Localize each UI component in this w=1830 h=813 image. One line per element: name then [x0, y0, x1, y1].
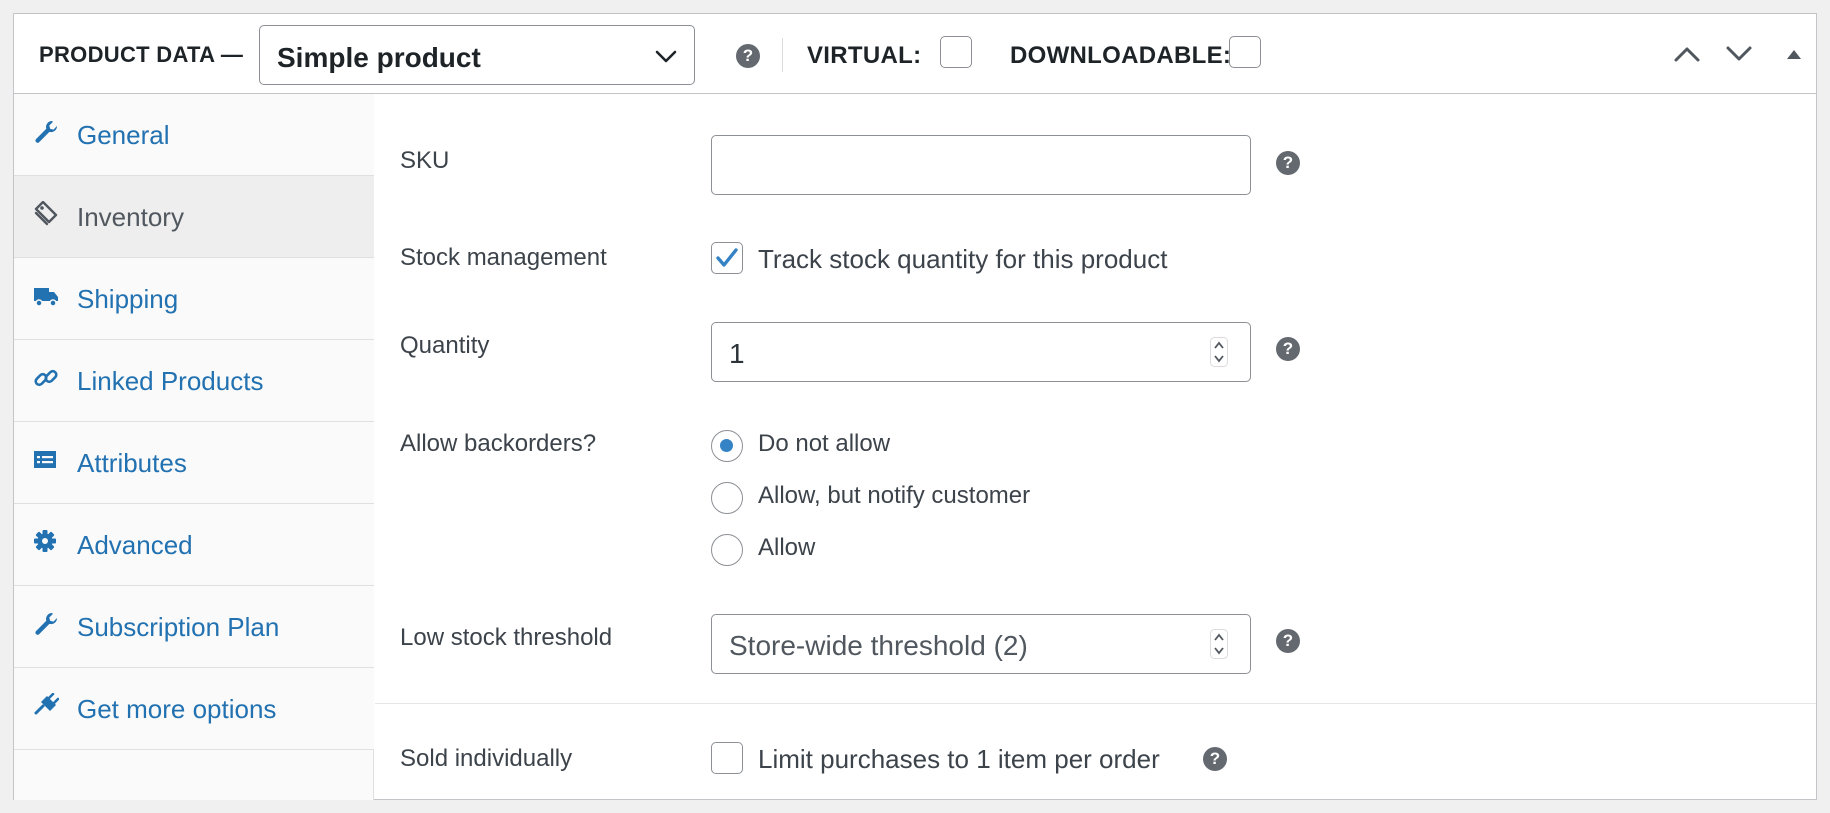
tab-inventory[interactable]: Inventory	[14, 176, 374, 258]
gear-icon	[34, 530, 56, 552]
tab-label: Attributes	[77, 448, 187, 478]
inventory-panel: SKU ? Stock management Track stock quant…	[375, 94, 1816, 800]
sold-individually-checkbox[interactable]	[711, 742, 743, 774]
product-data-header: PRODUCT DATA — Simple product ? VIRTUAL:…	[14, 14, 1816, 94]
tab-subscription-plan[interactable]: Subscription Plan	[14, 586, 374, 668]
tab-label: Linked Products	[77, 366, 264, 396]
tab-attributes[interactable]: Attributes	[14, 422, 374, 504]
low-stock-label: Low stock threshold	[400, 624, 613, 651]
spinner-arrows-icon[interactable]	[1210, 337, 1228, 367]
tab-general[interactable]: General	[14, 94, 374, 176]
tag-icon	[34, 201, 58, 226]
product-data-title: PRODUCT DATA —	[39, 42, 244, 67]
radio-selected-dot	[720, 439, 733, 452]
spinner-arrows-icon[interactable]	[1210, 629, 1228, 659]
quantity-stepper[interactable]: 1	[711, 322, 1251, 382]
backorders-option-label: Allow	[758, 534, 816, 561]
checkmark-icon	[716, 248, 738, 267]
help-icon[interactable]: ?	[1276, 629, 1300, 653]
tab-label: Advanced	[77, 530, 193, 560]
stock-management-checkbox-label: Track stock quantity for this product	[758, 244, 1168, 274]
stock-management-checkbox[interactable]	[711, 242, 743, 274]
list-card-icon	[34, 451, 56, 468]
chevron-down-icon	[655, 50, 677, 63]
backorders-label: Allow backorders?	[400, 430, 597, 457]
triangle-up-icon[interactable]	[1779, 42, 1809, 66]
tab-get-more-options[interactable]: Get more options	[14, 668, 374, 750]
truck-icon	[34, 288, 58, 307]
header-divider	[782, 38, 783, 72]
tab-linked-products[interactable]: Linked Products	[14, 340, 374, 422]
tab-label: Subscription Plan	[77, 612, 280, 642]
product-data-panel: PRODUCT DATA — Simple product ? VIRTUAL:…	[13, 13, 1817, 800]
section-divider	[375, 703, 1816, 704]
backorders-radio-allow[interactable]	[711, 534, 743, 566]
tab-label: Inventory	[77, 202, 184, 232]
help-icon[interactable]: ?	[1276, 151, 1300, 175]
product-type-value: Simple product	[277, 42, 481, 73]
backorders-option-label: Do not allow	[758, 430, 891, 457]
virtual-label: VIRTUAL:	[807, 42, 922, 69]
sold-individually-label: Sold individually	[400, 745, 573, 772]
virtual-checkbox[interactable]	[940, 36, 972, 68]
sku-input[interactable]	[711, 135, 1251, 195]
quantity-label: Quantity	[400, 332, 490, 359]
tab-label: Get more options	[77, 694, 277, 724]
chevron-up-icon[interactable]	[1672, 42, 1702, 66]
plugin-icon	[34, 693, 59, 715]
product-type-select[interactable]: Simple product	[259, 25, 695, 85]
wrench-icon	[35, 613, 58, 635]
help-icon[interactable]: ?	[736, 44, 760, 68]
link-icon	[34, 369, 58, 387]
tab-label: Shipping	[77, 284, 179, 314]
tab-shipping[interactable]: Shipping	[14, 258, 374, 340]
chevron-down-icon[interactable]	[1724, 42, 1754, 66]
sku-label: SKU	[400, 147, 450, 174]
product-data-tabs: General Inventory Shipping Linked Produc…	[14, 94, 374, 800]
backorders-radio-do-not-allow[interactable]	[711, 430, 743, 462]
tab-advanced[interactable]: Advanced	[14, 504, 374, 586]
quantity-value: 1	[729, 338, 745, 369]
help-icon[interactable]: ?	[1203, 747, 1227, 771]
low-stock-threshold-input[interactable]: Store-wide threshold (2)	[711, 614, 1251, 674]
low-stock-placeholder: Store-wide threshold (2)	[729, 630, 1028, 661]
help-icon[interactable]: ?	[1276, 337, 1300, 361]
downloadable-checkbox[interactable]	[1229, 36, 1261, 68]
sold-individually-checkbox-label: Limit purchases to 1 item per order	[758, 744, 1160, 774]
backorders-radio-notify[interactable]	[711, 482, 743, 514]
tab-label: General	[77, 120, 170, 150]
stock-management-label: Stock management	[400, 244, 607, 271]
backorders-option-label: Allow, but notify customer	[758, 482, 1031, 509]
downloadable-label: DOWNLOADABLE:	[1010, 42, 1232, 69]
wrench-icon	[35, 121, 58, 143]
